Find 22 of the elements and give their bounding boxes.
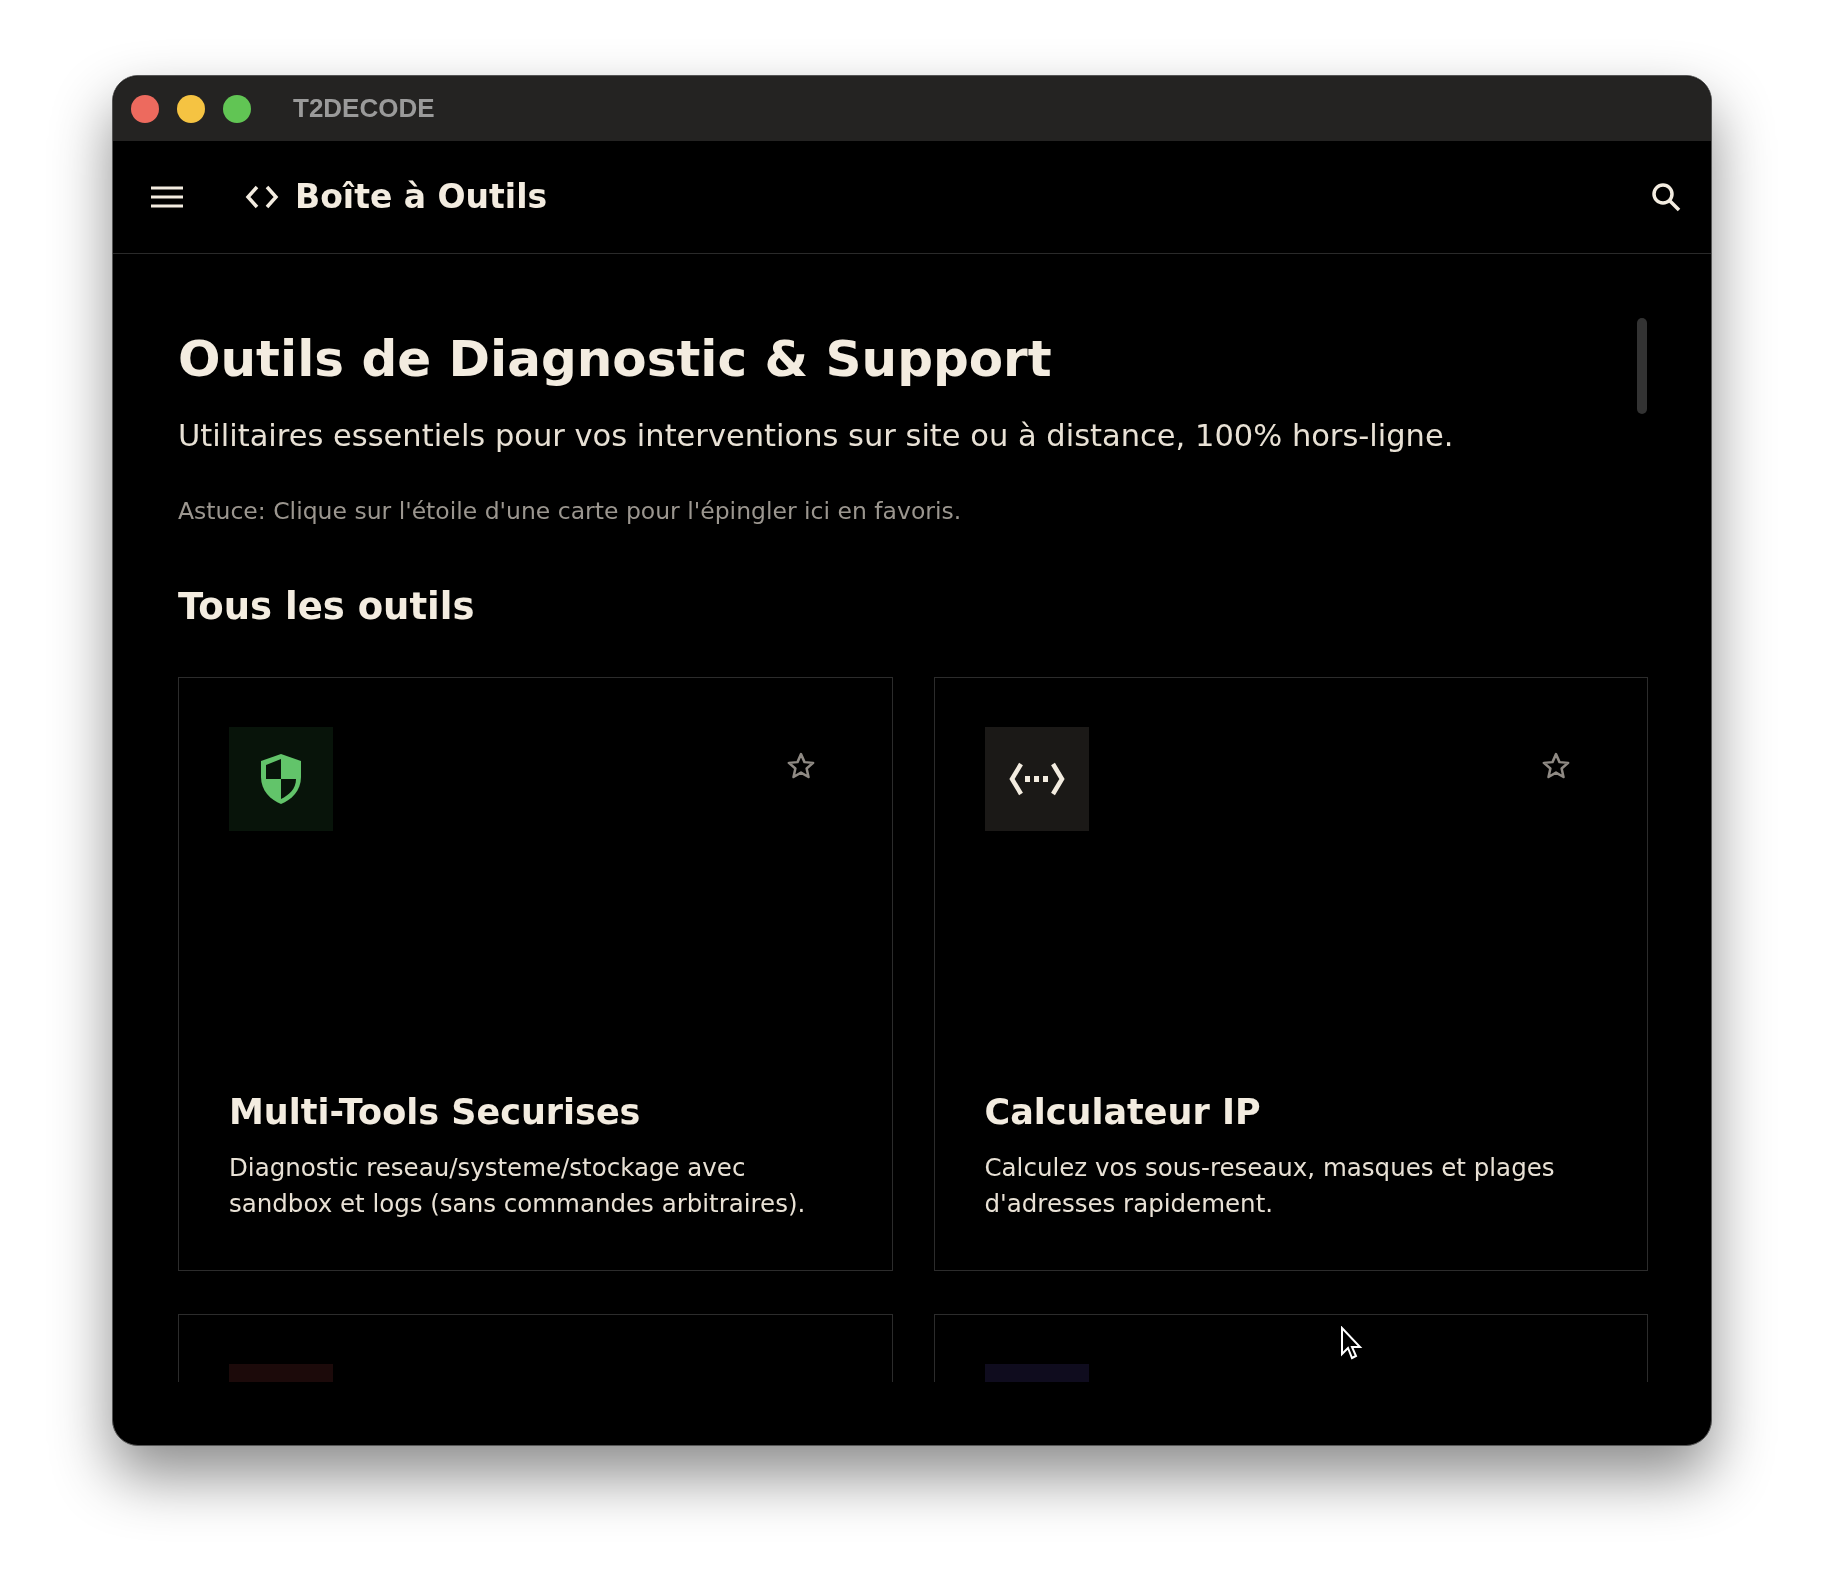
shield-icon — [259, 753, 303, 805]
page-title: Outils de Diagnostic & Support — [178, 329, 1052, 390]
section-title: Tous les outils — [178, 585, 476, 629]
close-button[interactable] — [131, 94, 159, 123]
minimize-button[interactable] — [177, 94, 205, 123]
code-dots-icon — [1008, 762, 1065, 796]
maximize-button[interactable] — [223, 94, 251, 123]
menu-icon[interactable] — [151, 186, 183, 208]
card-title: Calculateur IP — [984, 1091, 1262, 1134]
card-description: Diagnostic reseau/systeme/stockage avec sandbox et logs (sans commandes arbitraires). — [229, 1152, 807, 1220]
app-brand: Boîte à Outils — [295, 176, 548, 219]
tool-card[interactable]: Multi-Tools Securises Diagnostic reseau/systeme/stockage avec sandbox et logs (sans commandes arbitraires). — [178, 677, 893, 1271]
card-title: Multi-Tools Securises — [229, 1091, 642, 1134]
tool-card[interactable]: Calculateur IP Calculez vos sous-reseaux, masques et plages d'adresses rapidement. — [933, 677, 1648, 1271]
pointer-cursor-icon — [1340, 1326, 1364, 1362]
code-icon — [245, 185, 279, 209]
search-icon[interactable] — [1651, 182, 1681, 212]
window-title: T2DECODE — [293, 92, 435, 125]
scrollbar[interactable] — [1637, 318, 1647, 414]
hint-text: Astuce: Clique sur l'étoile d'une carte pour l'épingler ici en favoris. — [178, 497, 963, 526]
card-description: Calculez vos sous-reseaux, masques et plages d'adresses rapidement. — [984, 1152, 1556, 1220]
page-subtitle: Utilitaires essentiels pour vos interventions sur site ou à distance, 100% hors-ligne. — [178, 417, 1455, 455]
